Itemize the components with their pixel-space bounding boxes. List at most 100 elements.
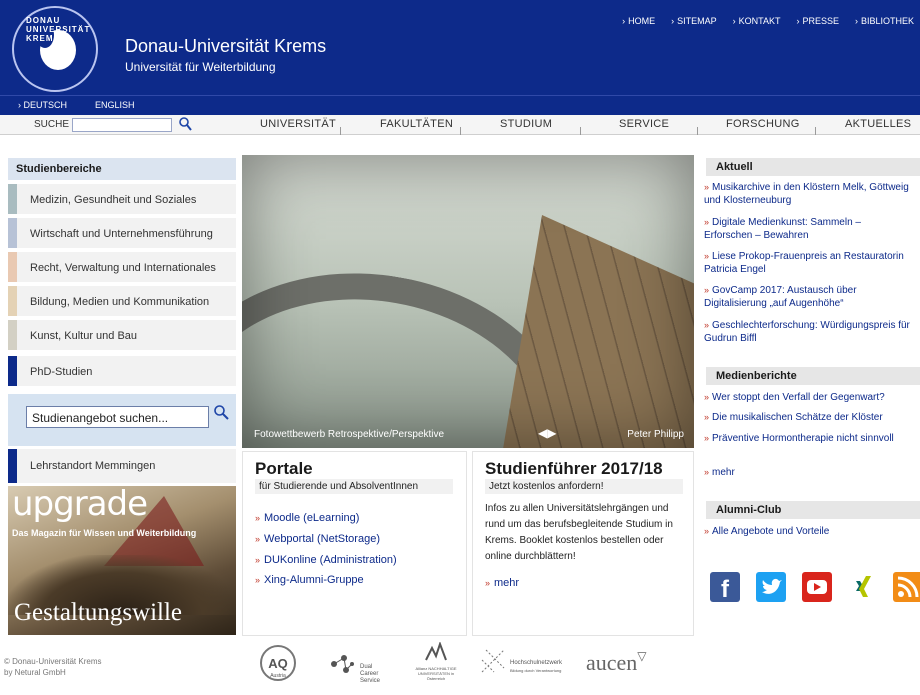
svg-text:f: f: [721, 576, 730, 602]
portal-link-xing[interactable]: » Xing-Alumni-Gruppe: [255, 574, 364, 586]
top-link-kontakt[interactable]: › KONTAKT: [733, 16, 781, 26]
hochschulnetzwerk-subtext: Bildung durch Verantwortung: [510, 668, 562, 673]
media-more-link[interactable]: » mehr: [704, 466, 912, 479]
nav-aktuelles[interactable]: AKTUELLES: [845, 118, 911, 130]
sidebar-item-kunst[interactable]: Kunst, Kultur und Bau: [8, 320, 236, 352]
course-search-input[interactable]: Studienangebot suchen...: [26, 406, 209, 428]
nav-studium[interactable]: STUDIUM: [500, 118, 552, 130]
youtube-icon[interactable]: [802, 572, 832, 602]
aq-logo-text: AQ: [268, 656, 288, 671]
rss-icon[interactable]: [893, 572, 920, 602]
portale-title: Portale: [255, 459, 313, 478]
lang-english[interactable]: ENGLISH: [95, 100, 135, 110]
media-item[interactable]: » Wer stoppt den Verfall der Gegenwart?: [704, 391, 912, 404]
top-links: › HOME › SITEMAP › KONTAKT › PRESSE › BIBLIOT…: [606, 16, 920, 26]
site-header: DONAU UNIVERSITÄT KREMS Donau-Universitä…: [0, 0, 920, 95]
arrow-right-icon[interactable]: ▶: [547, 426, 556, 440]
xing-icon[interactable]: [848, 572, 878, 602]
hochschulnetzwerk-text: Hochschulnetzwerk: [510, 660, 563, 666]
double-chevron-icon: »: [704, 526, 710, 536]
twitter-icon[interactable]: [756, 572, 786, 602]
site-title[interactable]: Donau-Universität Krems: [125, 36, 326, 57]
sidebar-item-label: Lehrstandort Memmingen: [30, 460, 156, 472]
category-color-bar: [8, 449, 17, 483]
sidebar-item-recht[interactable]: Recht, Verwaltung und Internationales: [8, 252, 236, 284]
double-chevron-icon: »: [255, 513, 261, 523]
lang-label: DEUTSCH: [23, 100, 68, 110]
lang-deutsch[interactable]: › DEUTSCH: [18, 100, 67, 110]
language-bar: › DEUTSCH ENGLISH: [0, 95, 920, 115]
portale-subtitle: für Studierende und AbsolventInnen: [255, 479, 453, 494]
search-label: SUCHE: [34, 119, 70, 130]
category-color-bar: [8, 356, 17, 386]
arrow-left-icon[interactable]: ◀: [538, 426, 547, 440]
news-item[interactable]: » Digitale Medienkunst: Sammeln – Erforsc…: [704, 216, 912, 242]
aq-logo-subtext: Austria: [270, 673, 286, 679]
nav-divider: [580, 127, 581, 135]
top-link-presse[interactable]: › PRESSE: [796, 16, 839, 26]
upgrade-logo: upgrade: [12, 486, 148, 524]
upgrade-magazine-banner[interactable]: upgrade Das Magazin für Wissen und Weite…: [8, 486, 236, 635]
search-input[interactable]: [72, 118, 172, 132]
aucen-logo[interactable]: aucen▽: [586, 649, 656, 682]
media-item-label: Präventive Hormontherapie nicht sinnvoll: [712, 433, 894, 444]
studienfuehrer-more-link[interactable]: » mehr: [485, 577, 519, 589]
top-link-bibliothek[interactable]: › BIBLIOTHEK: [855, 16, 914, 26]
sidebar-item-bildung[interactable]: Bildung, Medien und Kommunikation: [8, 286, 236, 318]
sidebar-item-label: Medizin, Gesundheit und Soziales: [30, 194, 197, 206]
aktuell-heading: Aktuell: [706, 158, 920, 176]
news-item[interactable]: » GovCamp 2017: Austausch über Digitalisi…: [704, 284, 912, 310]
dual-career-logo[interactable]: Dual Career Service: [330, 652, 390, 688]
top-link-sitemap[interactable]: › SITEMAP: [671, 16, 717, 26]
sidebar-item-phd[interactable]: PhD-Studien: [8, 356, 236, 388]
top-link-label: HOME: [628, 16, 656, 26]
nav-fakultaeten[interactable]: FAKULTÄTEN: [380, 118, 453, 130]
studienfuehrer-title: Studienführer 2017/18: [485, 459, 663, 478]
portal-link-label: Moodle (eLearning): [264, 512, 360, 524]
news-item[interactable]: » Musikarchive in den Klöstern Melk, Gött…: [704, 181, 912, 207]
alumni-item-label: Alle Angebote und Vorteile: [712, 526, 830, 537]
nav-divider: [697, 127, 698, 135]
news-item[interactable]: » Liese Prokop-Frauenpreis an Restaurator…: [704, 250, 912, 276]
media-item-label: Die musikalischen Schätze der Klöster: [712, 412, 883, 423]
studienfuehrer-text: Infos zu allen Universitätslehrgängen un…: [485, 503, 673, 562]
nav-universitaet[interactable]: UNIVERSITÄT: [260, 118, 336, 130]
nav-forschung[interactable]: FORSCHUNG: [726, 118, 800, 130]
aq-austria-logo[interactable]: AQ Austria: [258, 642, 298, 688]
facebook-icon[interactable]: f: [710, 572, 740, 602]
search-icon[interactable]: [178, 116, 192, 132]
hero-credit: Peter Philipp: [627, 429, 684, 440]
double-chevron-icon: »: [704, 182, 710, 192]
alumni-item[interactable]: » Alle Angebote und Vorteile: [704, 525, 912, 538]
portal-link-webportal[interactable]: » Webportal (NetStorage): [255, 533, 380, 545]
top-link-home[interactable]: › HOME: [622, 16, 655, 26]
chevron-right-icon: ›: [732, 16, 736, 26]
search-icon[interactable]: [213, 404, 229, 420]
hero-image[interactable]: Fotowettbewerb Retrospektive/Perspektive…: [242, 155, 694, 448]
sidebar-item-label: PhD-Studien: [30, 366, 93, 378]
upgrade-theme: Gestaltungswille: [14, 599, 183, 626]
sidebar-item-wirtschaft[interactable]: Wirtschaft und Unternehmensführung: [8, 218, 236, 250]
site-subtitle: Universität für Weiterbildung: [125, 60, 276, 74]
nav-service[interactable]: SERVICE: [619, 118, 669, 130]
double-chevron-icon: »: [255, 555, 261, 565]
portal-link-moodle[interactable]: » Moodle (eLearning): [255, 512, 359, 524]
double-chevron-icon: »: [704, 392, 710, 402]
university-logo[interactable]: DONAU UNIVERSITÄT KREMS: [12, 6, 98, 92]
sidebar-item-memmingen[interactable]: Lehrstandort Memmingen: [8, 449, 236, 483]
media-item[interactable]: » Präventive Hormontherapie nicht sinnvol…: [704, 432, 912, 445]
medienberichte-heading: Medienberichte: [706, 367, 920, 385]
triangle-icon: ▽: [637, 649, 647, 663]
copyright-line[interactable]: by Netural GmbH: [4, 667, 101, 678]
hochschulnetzwerk-logo[interactable]: Hochschulnetzwerk Bildung durch Verantwo…: [480, 648, 572, 688]
sidebar-item-medizin[interactable]: Medizin, Gesundheit und Soziales: [8, 184, 236, 216]
media-item[interactable]: » Die musikalischen Schätze der Klöster: [704, 411, 912, 424]
category-color-bar: [8, 184, 17, 214]
news-item[interactable]: » Geschlechterforschung: Würdigungspreis …: [704, 319, 912, 345]
chevron-right-icon: ›: [671, 16, 675, 26]
allianz-logo[interactable]: Allianz NACHHALTIGE UNIVERSITÄTEN in Öst…: [410, 642, 462, 688]
news-item-label: Geschlechterforschung: Würdigungspreis f…: [704, 320, 910, 344]
portal-link-dukonline[interactable]: » DUKonline (Administration): [255, 554, 397, 566]
hero-caption: Fotowettbewerb Retrospektive/Perspektive: [254, 429, 445, 440]
allianz-text: Allianz NACHHALTIGE UNIVERSITÄTEN in Öst…: [415, 666, 457, 681]
